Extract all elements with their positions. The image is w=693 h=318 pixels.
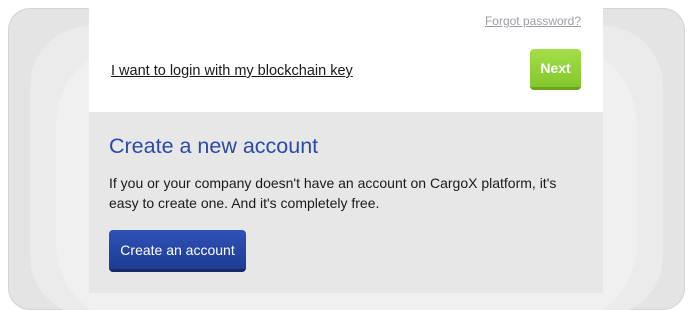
next-button[interactable]: Next: [530, 49, 581, 90]
blockchain-key-login-link[interactable]: I want to login with my blockchain key: [111, 63, 353, 79]
login-section: Forgot password? I want to login with my…: [89, 0, 603, 112]
create-account-button[interactable]: Create an account: [109, 230, 246, 272]
create-account-section: Create a new account If you or your comp…: [89, 112, 603, 293]
login-card: Forgot password? I want to login with my…: [89, 0, 603, 293]
forgot-password-link[interactable]: Forgot password?: [485, 14, 581, 28]
create-account-title: Create a new account: [109, 134, 319, 158]
create-account-description: If you or your company doesn't have an a…: [109, 175, 557, 211]
